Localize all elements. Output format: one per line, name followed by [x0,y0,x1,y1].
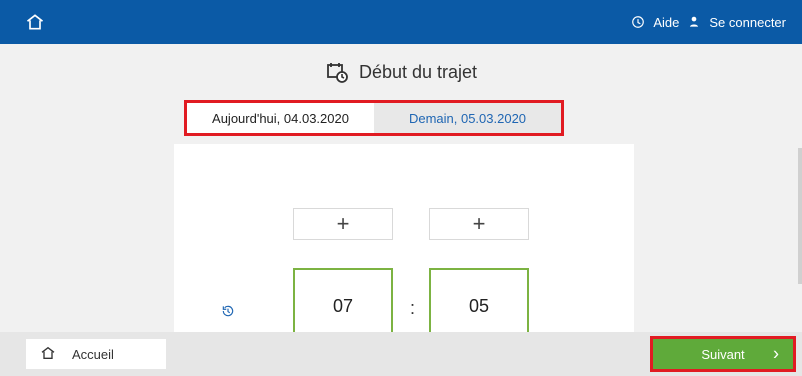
calendar-clock-icon [325,60,349,84]
tab-tomorrow[interactable]: Demain, 05.03.2020 [374,103,561,133]
increment-minutes-button[interactable]: + [429,208,529,240]
time-picker-card: + + 07 : 05 [174,144,634,332]
page-title: Début du trajet [0,44,802,100]
tab-tomorrow-label: Demain, 05.03.2020 [408,110,527,126]
home-icon [40,345,56,364]
top-bar: Aide Se connecter [0,0,802,44]
page-title-text: Début du trajet [358,61,478,82]
minutes-field[interactable]: 05 [429,268,529,332]
login-link[interactable]: Se connecter [709,15,786,30]
help-circle-icon[interactable] [631,15,645,29]
next-button-label: Suivant [701,346,745,362]
home-button-label: Accueil [72,346,114,362]
date-tabs: Aujourd'hui, 04.03.2020 Demain, 05.03.20… [184,100,564,136]
user-icon[interactable] [687,15,701,29]
hours-field[interactable]: 07 [293,268,393,332]
tab-today-label: Aujourd'hui, 04.03.2020 [212,110,349,126]
next-button-highlight: Suivant › [650,336,796,372]
increment-hours-button[interactable]: + [293,208,393,240]
top-right-actions: Aide Se connecter [631,0,786,44]
time-separator: : [410,298,416,318]
next-button[interactable]: Suivant › [653,339,793,369]
chevron-right-icon: › [773,343,779,364]
help-link[interactable]: Aide [653,15,679,30]
scrollbar[interactable] [798,148,802,284]
tab-today[interactable]: Aujourd'hui, 04.03.2020 [187,103,374,133]
bottom-bar: Accueil Suivant › [0,332,802,376]
home-icon[interactable] [24,12,46,32]
history-icon[interactable] [221,304,235,318]
home-button[interactable]: Accueil [26,339,166,369]
page-content: Début du trajet Aujourd'hui, 04.03.2020 … [0,44,802,332]
